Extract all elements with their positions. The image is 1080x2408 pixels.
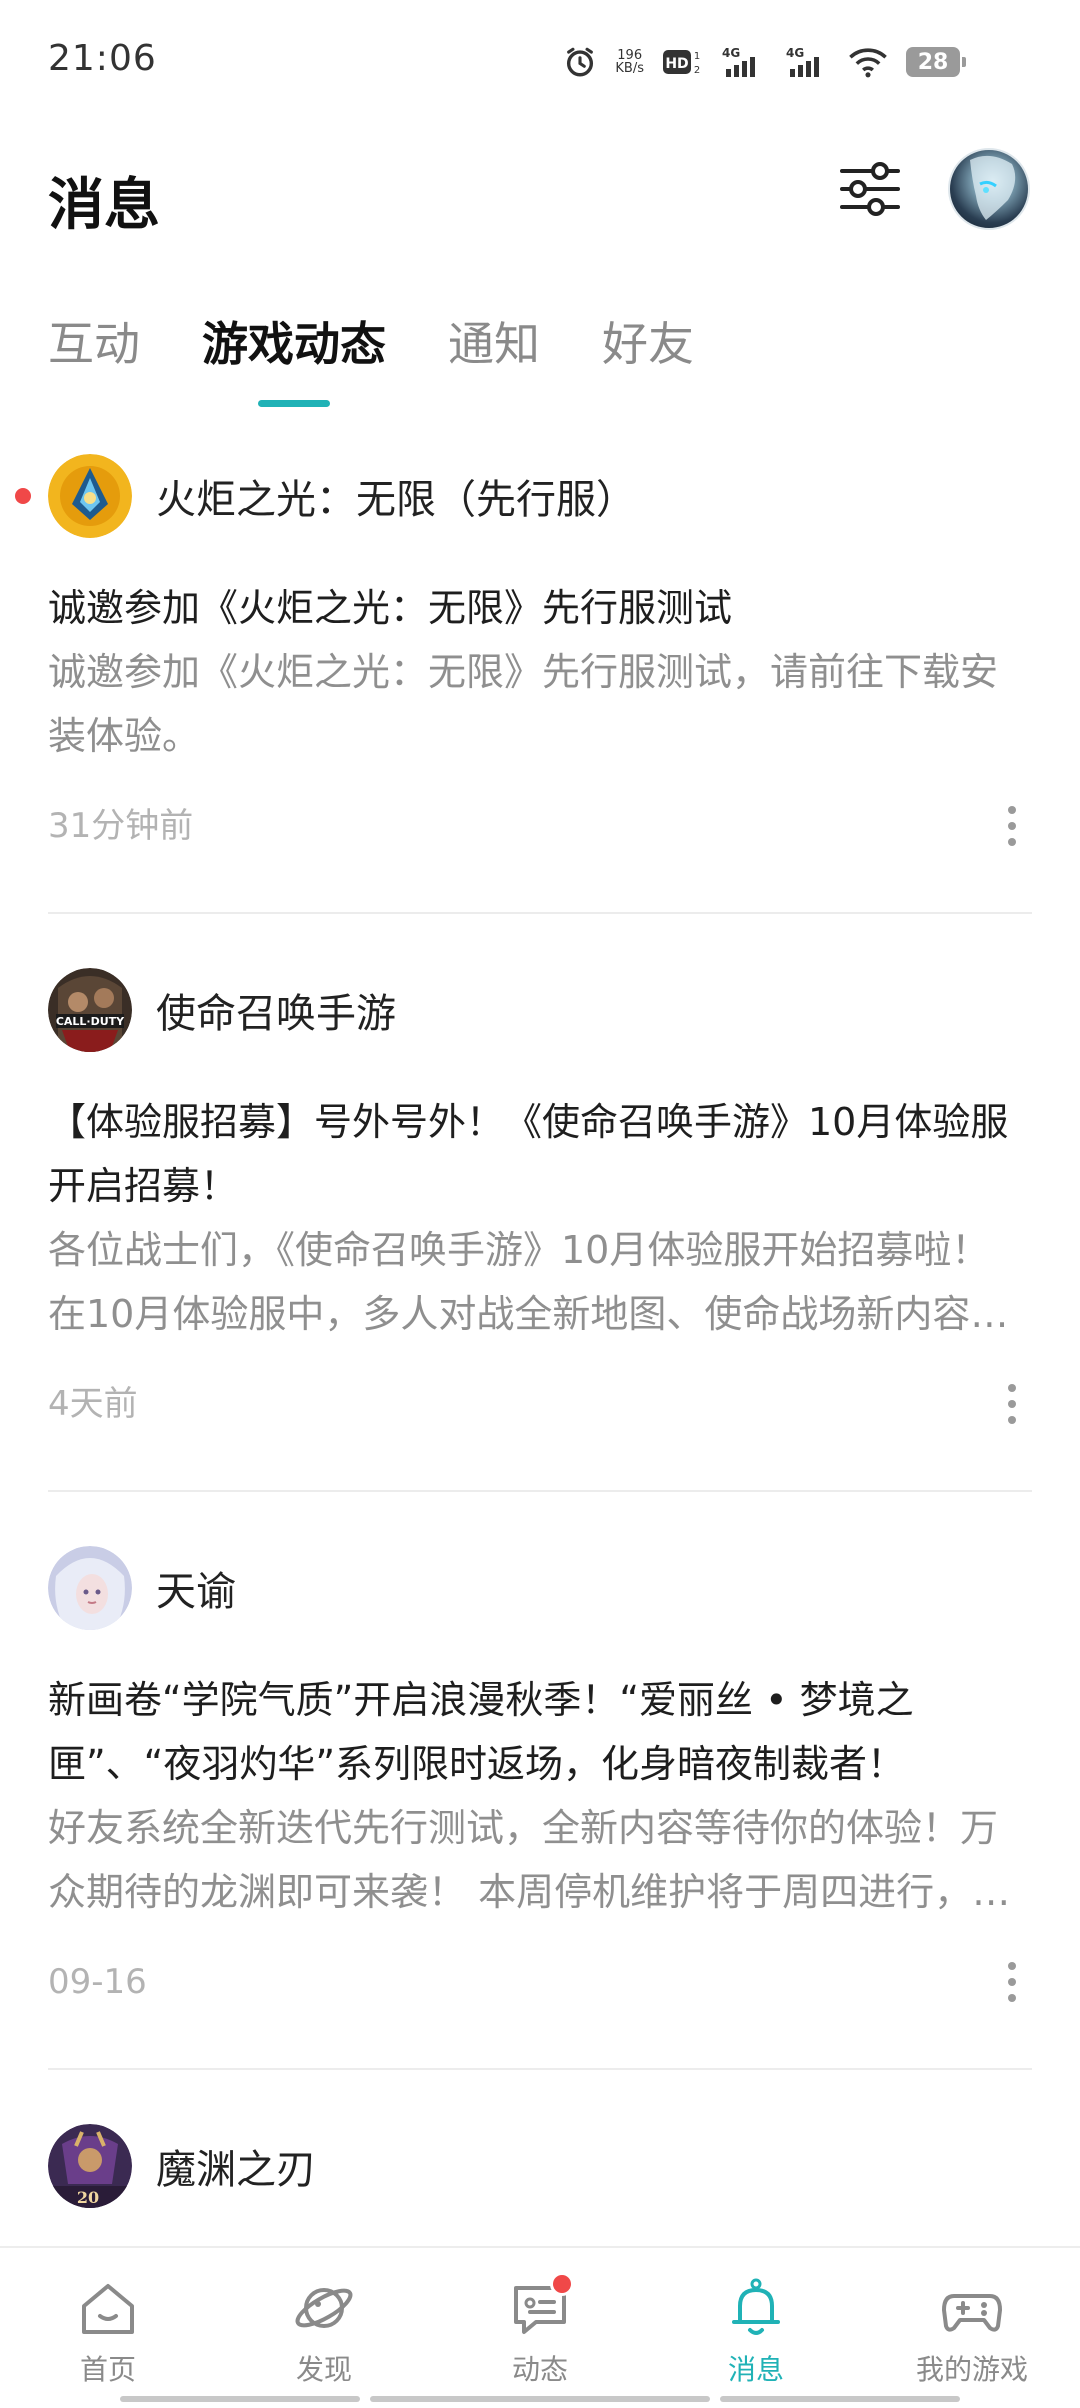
feed-card[interactable]: 天谕 新画卷“学院气质”开启浪漫秋季！“爱丽丝 • 梦境之匣”、“夜羽灼华”系列…	[0, 1538, 1080, 2012]
wifi-icon	[848, 46, 888, 78]
card-title: 诚邀参加《火炬之光：无限》先行服测试	[48, 586, 733, 630]
card-summary: 各位战士们，《使命召唤手游》10月体验服开始招募啦！ 在10月体验服中，多人对战…	[48, 1228, 1009, 1336]
nav-label: 首页	[79, 2353, 136, 2386]
card-header: CALL·DUTY 使命召唤手游	[48, 960, 1032, 1060]
card-footer: 31分钟前	[48, 796, 1032, 856]
game-avatar-call-of-duty[interactable]: CALL·DUTY	[48, 968, 132, 1052]
status-bar: 21:06 196 KB/s HD 1 2 4G 4G 28	[0, 0, 1080, 120]
nav-label: 动态	[511, 2353, 568, 2386]
battery-icon: 28	[906, 47, 966, 77]
nav-label: 我的游戏	[915, 2353, 1028, 2386]
sliders-icon	[840, 162, 900, 216]
game-name: 火炬之光：无限（先行服）	[156, 477, 636, 523]
card-title: 【体验服招募】号外号外！《使命召唤手游》10月体验服开启招募！	[48, 1100, 1009, 1208]
card-summary: 好友系统全新迭代先行测试，全新内容等待你的体验！万众期待的龙渊即可来袭！ 本周停…	[48, 1806, 1011, 1914]
discover-planet-icon	[295, 2288, 353, 2328]
card-summary: 诚邀参加《火炬之光：无限》先行服测试，请前往下载安装体验。	[48, 650, 999, 758]
svg-text:CALL·DUTY: CALL·DUTY	[56, 1015, 125, 1028]
card-header: 火炬之光：无限（先行服）	[48, 446, 1032, 546]
nav-discover[interactable]: 发现	[216, 2248, 432, 2408]
nav-my-games[interactable]: 我的游戏	[864, 2248, 1080, 2408]
game-name: 魔渊之刃	[156, 2147, 316, 2193]
svg-text:4G: 4G	[722, 46, 740, 60]
user-avatar[interactable]	[948, 148, 1030, 230]
feed-card[interactable]: 20 魔渊之刃	[0, 2116, 1080, 2216]
card-header: 20 魔渊之刃	[48, 2116, 1032, 2216]
svg-text:HD: HD	[665, 56, 688, 72]
card-time: 4天前	[48, 1384, 138, 1424]
card-footer: 09-16	[48, 1952, 1032, 2012]
unread-dot	[15, 488, 31, 504]
status-time: 21:06	[48, 38, 157, 79]
tab-friends[interactable]: 好友	[602, 308, 694, 374]
network-speed: 196 KB/s	[615, 49, 644, 75]
active-tab-indicator	[258, 400, 330, 407]
game-name: 使命召唤手游	[156, 991, 396, 1037]
status-icons: 196 KB/s HD 1 2 4G 4G 28	[563, 40, 966, 84]
tab-notifications[interactable]: 通知	[448, 308, 540, 374]
tab-game-news[interactable]: 游戏动态	[202, 308, 386, 374]
game-avatar-tianyu[interactable]	[48, 1546, 132, 1630]
filter-settings-button[interactable]	[836, 155, 904, 223]
bottom-navigation: 首页 发现 动态 消息 我的游戏	[0, 2246, 1080, 2408]
game-name: 天谕	[156, 1569, 236, 1615]
divider	[48, 912, 1032, 914]
card-header: 天谕	[48, 1538, 1032, 1638]
home-icon	[82, 2284, 134, 2334]
nav-feed[interactable]: 动态	[432, 2248, 648, 2408]
tab-interaction[interactable]: 互动	[48, 308, 140, 374]
divider	[48, 2068, 1032, 2070]
svg-text:1: 1	[694, 51, 700, 62]
svg-text:20: 20	[77, 2188, 99, 2207]
tab-bar: 互动 游戏动态 通知 好友	[48, 308, 756, 374]
home-indicator	[0, 2396, 1080, 2404]
card-time: 31分钟前	[48, 806, 194, 846]
nav-messages[interactable]: 消息	[648, 2248, 864, 2408]
game-avatar-moyuan[interactable]: 20	[48, 2124, 132, 2208]
card-time: 09-16	[48, 1962, 147, 2002]
bell-icon	[732, 2278, 780, 2335]
alarm-icon	[563, 45, 597, 79]
network-speed-unit: KB/s	[615, 61, 644, 76]
divider	[48, 1490, 1032, 1492]
more-options-button[interactable]	[1002, 806, 1022, 846]
avatar-image	[970, 155, 1016, 220]
svg-text:4G: 4G	[786, 46, 804, 60]
nav-badge	[550, 2272, 574, 2296]
hd-icon: HD 1 2	[662, 47, 702, 77]
signal-4g-icon: 4G	[720, 45, 766, 79]
svg-text:2: 2	[694, 65, 700, 76]
page-title: 消息	[48, 173, 160, 238]
more-options-button[interactable]	[1002, 1962, 1022, 2002]
card-title: 新画卷“学院气质”开启浪漫秋季！“爱丽丝 • 梦境之匣”、“夜羽灼华”系列限时返…	[48, 1678, 914, 1786]
nav-label: 消息	[727, 2353, 784, 2386]
nav-home[interactable]: 首页	[0, 2248, 216, 2408]
feed-card[interactable]: CALL·DUTY 使命召唤手游 【体验服招募】号外号外！《使命召唤手游》10月…	[0, 960, 1080, 1434]
card-footer: 4天前	[48, 1374, 1032, 1434]
gamepad-icon	[942, 2294, 1002, 2332]
nav-label: 发现	[295, 2353, 352, 2386]
signal-4g-icon-2: 4G	[784, 45, 830, 79]
feed-card[interactable]: 火炬之光：无限（先行服） 诚邀参加《火炬之光：无限》先行服测试 诚邀参加《火炬之…	[0, 446, 1080, 856]
game-avatar-torchlight[interactable]	[48, 454, 132, 538]
more-options-button[interactable]	[1002, 1384, 1022, 1424]
message-feed: 火炬之光：无限（先行服） 诚邀参加《火炬之光：无限》先行服测试 诚邀参加《火炬之…	[0, 446, 1080, 2216]
